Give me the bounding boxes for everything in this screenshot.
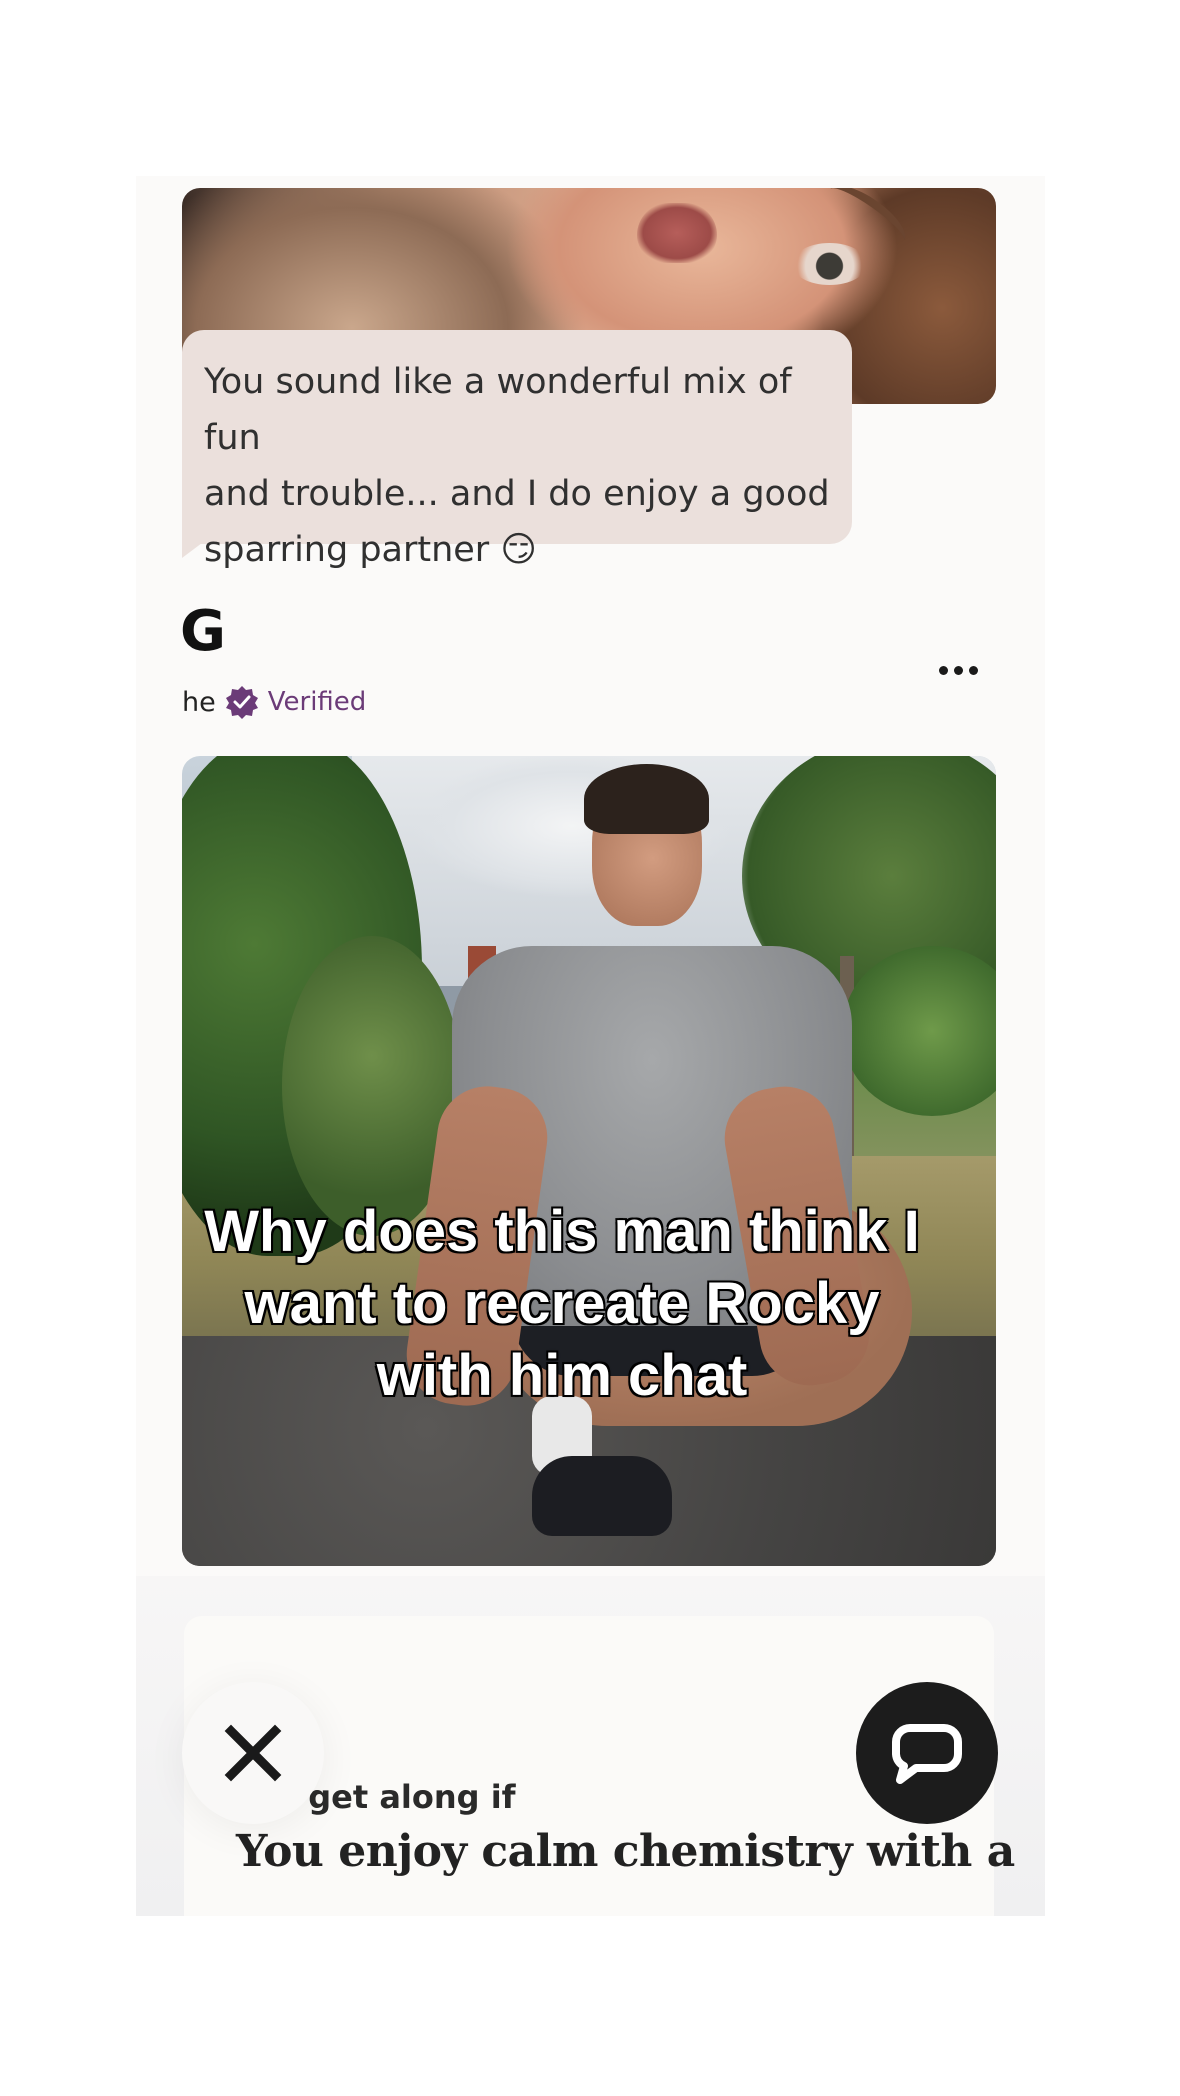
profile-photo[interactable]: Why does this man think I want to recrea… xyxy=(182,756,996,1566)
chat-message-bubble: You sound like a wonderful mix of fun an… xyxy=(182,330,852,570)
pronoun-label: he xyxy=(182,686,216,718)
close-icon xyxy=(224,1724,282,1782)
dot xyxy=(938,665,948,675)
photo-person-hair xyxy=(584,764,709,834)
caption-line: Why does this man think I xyxy=(203,1198,921,1266)
photo-detail xyxy=(637,203,717,263)
verified-label: Verified xyxy=(267,687,367,717)
verified-badge-icon xyxy=(225,686,258,719)
chat-bubble-icon xyxy=(892,1724,962,1784)
photo-caption: Why does this man think I want to recrea… xyxy=(182,1196,942,1412)
caption-line: with him chat xyxy=(375,1342,748,1410)
send-message-button[interactable] xyxy=(856,1682,998,1824)
photo-detail xyxy=(792,243,867,285)
message-line: sparring partner 😏 xyxy=(204,530,537,570)
dot xyxy=(953,665,963,675)
dot xyxy=(968,665,978,675)
message-line: and trouble... and I do enjoy a good xyxy=(204,474,830,514)
more-options-icon[interactable] xyxy=(928,650,988,690)
message-line: You sound like a wonderful mix of fun xyxy=(204,362,792,458)
skip-button[interactable] xyxy=(182,1682,324,1824)
prompt-answer: You enjoy calm chemistry with a xyxy=(236,1826,1015,1877)
photo-person-shoe xyxy=(532,1456,672,1536)
profile-name: G xyxy=(180,599,226,664)
app-screen: You sound like a wonderful mix of fun an… xyxy=(136,176,1045,1916)
caption-line: want to recreate Rocky xyxy=(243,1270,881,1338)
profile-subtitle: he Verified xyxy=(182,682,366,722)
